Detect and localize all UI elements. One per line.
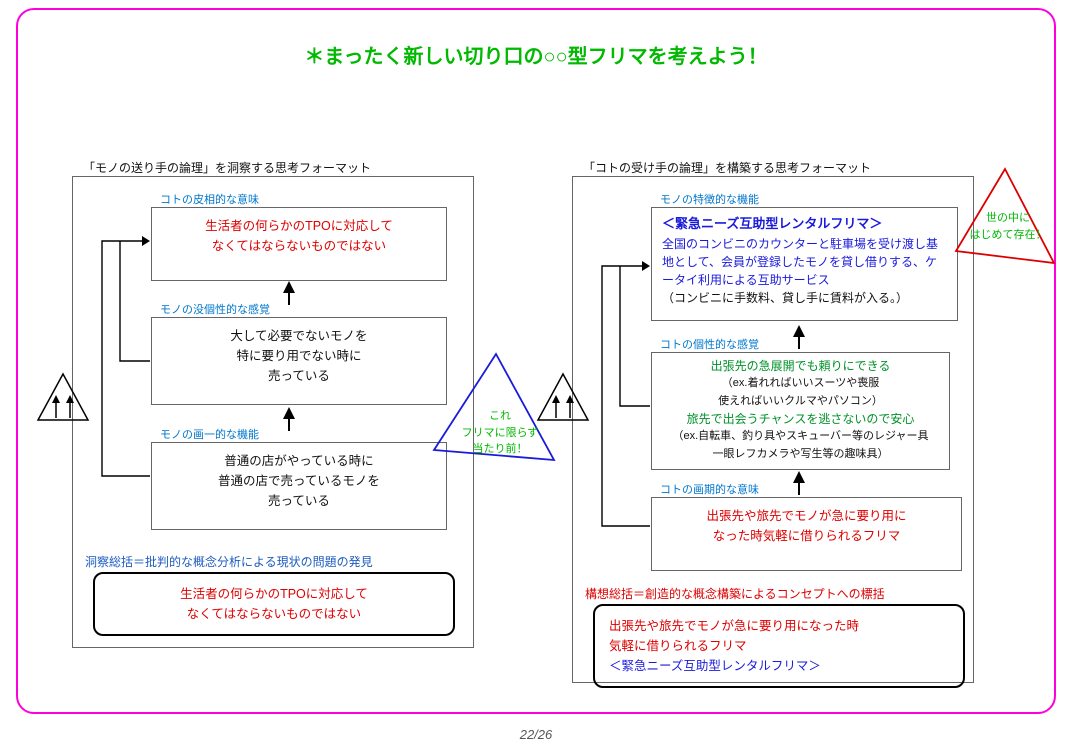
right-box-3-l1: 出張先や旅先でモノが急に要り用に (706, 509, 906, 523)
left-sum-l1: 生活者の何らかのTPOに対応して (180, 587, 368, 601)
left-note-l1: これ (489, 410, 511, 422)
right-box-1-paren: （コンビニに手数料、貸し手に賃料が入る。） (662, 289, 947, 308)
right-box-3-l2: なった時気軽に借りられるフリマ (713, 529, 901, 543)
right-sum-l2: 気軽に借りられるフリマ (609, 639, 747, 653)
arrow-stem (288, 417, 290, 431)
page-number: 22/26 (0, 727, 1072, 742)
left-box-1-l2: なくてはならないものではない (212, 239, 386, 253)
slide-title: ＊まったく新しい切り口の○○型フリマを考えよう！ (0, 40, 1072, 69)
left-feedback-arrows (72, 176, 162, 536)
right-note: 世の中に はじめて存在！ (966, 210, 1050, 243)
right-box-2-e1b: 使えればいいクルマやパソコン） (658, 393, 943, 411)
arrow-stem (798, 335, 800, 349)
arrow-up-icon (793, 471, 805, 483)
right-note-l2: はじめて存在！ (970, 229, 1047, 241)
right-box-2: コトの個性的な感覚 出張先の急展開でも頼りにできる （ex.着れればいいスーツや… (651, 352, 950, 470)
right-panel-title: 「コトの受け手の論理」を構築する思考フォーマット (583, 159, 871, 176)
right-note-l1: 世の中に (986, 212, 1030, 224)
left-summary-box: 生活者の何らかのTPOに対応して なくてはならないものではない (93, 572, 455, 636)
left-box-3-label: モノの画一的な機能 (160, 427, 259, 445)
arrow-up-icon (283, 281, 295, 293)
right-box-3-label: コトの画期的な意味 (660, 482, 759, 500)
left-box-2-l2: 特に要り用でない時に (236, 349, 361, 363)
left-box-2-l3: 売っている (268, 369, 330, 383)
right-sum-l3: ＜緊急ニーズ互助型レンタルフリマ＞ (609, 659, 821, 673)
arrow-up-icon (283, 407, 295, 419)
arrow-stem (798, 481, 800, 495)
right-box-3: コトの画期的な意味 出張先や旅先でモノが急に要り用に なった時気軽に借りられるフ… (651, 497, 962, 571)
arrow-up-icon (793, 325, 805, 337)
right-box-2-e2a: （ex.自転車、釣り具やスキューバー等のレジャー具 (658, 428, 943, 446)
left-box-2: モノの没個性的な感覚 大して必要でないモノを 特に要り用でない時に 売っている (151, 317, 447, 405)
right-box-2-g1: 出張先の急展開でも頼りにできる (658, 357, 943, 375)
left-note-l3: 当たり前！ (473, 443, 528, 455)
right-box-1-title: ＜緊急ニーズ互助型レンタルフリマ＞ (662, 214, 947, 235)
left-summary-label: 洞察総括＝批判的な概念分析による現状の問題の発見 (85, 553, 373, 570)
right-summary-label: 構想総括＝創造的な概念構築によるコンセプトへの標括 (585, 585, 885, 602)
left-box-3: モノの画一的な機能 普通の店がやっている時に 普通の店で売っているモノを 売って… (151, 442, 447, 530)
left-box-3-l3: 売っている (268, 494, 330, 508)
right-sum-l1: 出張先や旅先でモノが急に要り用になった時 (609, 619, 859, 633)
right-summary-box: 出張先や旅先でモノが急に要り用になった時 気軽に借りられるフリマ ＜緊急ニーズ互… (593, 604, 965, 688)
right-box-1-body: 全国のコンビニのカウンターと駐車場を受け渡し基地として、会員が登録したモノを貸し… (662, 235, 947, 289)
left-box-2-label: モノの没個性的な感覚 (160, 302, 270, 320)
right-box-1-label: モノの特徴的な機能 (660, 192, 759, 210)
right-box-2-e2b: 一眼レフカメラや写生等の趣味具） (658, 446, 943, 464)
right-box-2-e1a: （ex.着れればいいスーツや喪服 (658, 375, 943, 393)
right-box-2-g2: 旅先で出会うチャンスを逃さないので安心 (658, 410, 943, 428)
left-box-2-l1: 大して必要でないモノを (230, 329, 367, 343)
left-box-1-label: コトの皮相的な意味 (160, 192, 259, 210)
left-box-3-l1: 普通の店がやっている時に (224, 454, 373, 468)
left-note-l2: フリマに限らず (462, 427, 539, 439)
left-panel-title: 「モノの送り手の論理」を洞察する思考フォーマット (83, 159, 371, 176)
right-feedback-arrows (572, 176, 662, 556)
left-box-3-l2: 普通の店で売っているモノを (218, 474, 380, 488)
left-sum-l2: なくてはならないものではない (187, 607, 361, 621)
right-box-2-label: コトの個性的な感覚 (660, 337, 759, 355)
left-box-1-l1: 生活者の何らかのTPOに対応して (205, 219, 393, 233)
slide: ＊まったく新しい切り口の○○型フリマを考えよう！ 「モノの送り手の論理」を洞察す… (0, 0, 1072, 752)
right-box-1: モノの特徴的な機能 ＜緊急ニーズ互助型レンタルフリマ＞ 全国のコンビニのカウンタ… (651, 207, 958, 321)
arrow-stem (288, 291, 290, 305)
left-box-1: コトの皮相的な意味 生活者の何らかのTPOに対応して なくてはならないものではな… (151, 207, 447, 281)
